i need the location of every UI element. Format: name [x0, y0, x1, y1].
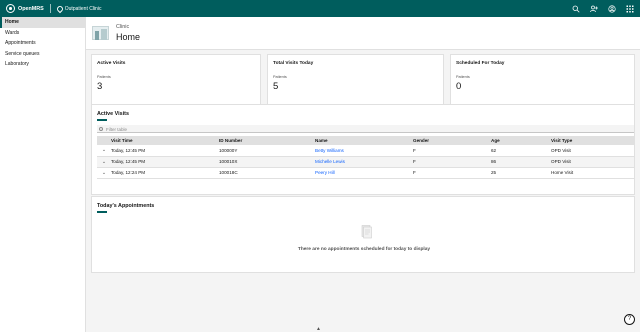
- empty-document-icon: [361, 225, 372, 239]
- tile-value: 3: [97, 81, 103, 92]
- expand-row-chevron-icon[interactable]: ⌄: [97, 145, 111, 157]
- header-divider: [49, 4, 51, 13]
- active-visits-table: Visit Time ID Number Name Gender Age Vis…: [97, 136, 634, 179]
- id-number-cell: 100000Y: [219, 145, 315, 157]
- tile-label: Patients: [273, 75, 287, 79]
- column-header-age[interactable]: Age: [491, 136, 551, 145]
- title-underline: [97, 211, 107, 213]
- gender-cell: F: [413, 156, 491, 168]
- filter-table-input[interactable]: [106, 125, 406, 133]
- collapse-handle-icon[interactable]: ▲: [316, 326, 321, 332]
- active-visits-panel: Active Visits Visit Time ID Number Name …: [91, 104, 635, 195]
- top-navigation-bar: OpenMRS Outpatient Clinic: [0, 0, 640, 17]
- sidebar-item-wards[interactable]: Wards: [0, 28, 85, 39]
- appointments-panel: Today's Appointments There are no appoin…: [91, 196, 635, 273]
- app-switcher-icon[interactable]: [626, 5, 634, 13]
- brand-name: OpenMRS: [18, 5, 44, 12]
- table-row: ⌄ Today, 12:45 PM 100010X Michelle Lewis…: [97, 156, 634, 168]
- column-header-visit-type[interactable]: Visit Type: [551, 136, 634, 145]
- column-header-id-number[interactable]: ID Number: [219, 136, 315, 145]
- location-name: Outpatient Clinic: [64, 5, 102, 12]
- patient-name-link[interactable]: Betty Williams: [315, 145, 413, 157]
- visit-type-cell: Home Visit: [551, 167, 634, 179]
- tile-label: Patients: [456, 75, 470, 79]
- sidebar-item-appointments[interactable]: Appointments: [0, 38, 85, 49]
- search-icon: [99, 126, 103, 131]
- main-content: Clinic Home Active Visits Patients 3 Tot…: [86, 17, 640, 332]
- tile-title: Active Visits: [97, 61, 126, 66]
- gender-cell: F: [413, 145, 491, 157]
- user-icon[interactable]: [608, 4, 616, 13]
- column-header-name[interactable]: Name: [315, 136, 413, 145]
- appointments-title: Today's Appointments: [97, 203, 155, 209]
- page-title: Home: [116, 32, 141, 42]
- column-header-gender[interactable]: Gender: [413, 136, 491, 145]
- visit-time-cell: Today, 12:45 PM: [111, 156, 219, 168]
- tile-value: 0: [456, 81, 462, 92]
- column-header-expand: [97, 136, 111, 145]
- sidebar-item-service-queues[interactable]: Service queues: [0, 49, 85, 60]
- help-button[interactable]: ?: [624, 314, 635, 325]
- page-header: Clinic Home: [86, 17, 640, 50]
- table-row: ⌄ Today, 12:45 PM 100000Y Betty Williams…: [97, 145, 634, 157]
- filter-box: [97, 125, 634, 133]
- expand-row-chevron-icon[interactable]: ⌄: [97, 156, 111, 168]
- page-footer-area: [86, 293, 640, 332]
- brand[interactable]: OpenMRS: [0, 0, 44, 17]
- age-cell: 25: [491, 167, 551, 179]
- visit-time-cell: Today, 12:24 PM: [111, 167, 219, 179]
- empty-state-message: There are no appointments scheduled for …: [297, 247, 431, 252]
- id-number-cell: 100018C: [219, 167, 315, 179]
- left-nav: Home Wards Appointments Service queues L…: [0, 17, 86, 332]
- page-subtitle: Clinic: [116, 24, 130, 30]
- gender-cell: F: [413, 167, 491, 179]
- search-icon[interactable]: [572, 5, 580, 13]
- tile-label: Patients: [97, 75, 111, 79]
- table-row: ⌄ Today, 12:24 PM 100018C Peery Hill F 2…: [97, 167, 634, 179]
- title-underline: [97, 119, 107, 121]
- visit-type-cell: OPD Visit: [551, 145, 634, 157]
- tile-value: 5: [273, 81, 279, 92]
- tile-title: Total Visits Today: [273, 61, 314, 66]
- column-header-visit-time[interactable]: Visit Time: [111, 136, 219, 145]
- sidebar-item-home[interactable]: Home: [0, 17, 85, 28]
- add-patient-icon[interactable]: [590, 5, 598, 13]
- table-header-row: Visit Time ID Number Name Gender Age Vis…: [97, 136, 634, 145]
- openmrs-logo-icon: [6, 4, 15, 13]
- active-visits-title: Active Visits: [97, 111, 129, 117]
- visit-type-cell: OPD Visit: [551, 156, 634, 168]
- tile-title: Scheduled For Today: [456, 61, 505, 66]
- clinic-illustration-icon: [92, 26, 109, 40]
- age-cell: 86: [491, 156, 551, 168]
- expand-row-chevron-icon[interactable]: ⌄: [97, 167, 111, 179]
- patient-name-link[interactable]: Peery Hill: [315, 167, 413, 179]
- age-cell: 62: [491, 145, 551, 157]
- id-number-cell: 100010X: [219, 156, 315, 168]
- patient-name-link[interactable]: Michelle Lewis: [315, 156, 413, 168]
- sidebar-item-laboratory[interactable]: Laboratory: [0, 59, 85, 70]
- location-picker[interactable]: Outpatient Clinic: [57, 6, 102, 12]
- visit-time-cell: Today, 12:45 PM: [111, 145, 219, 157]
- location-pin-icon: [57, 6, 62, 12]
